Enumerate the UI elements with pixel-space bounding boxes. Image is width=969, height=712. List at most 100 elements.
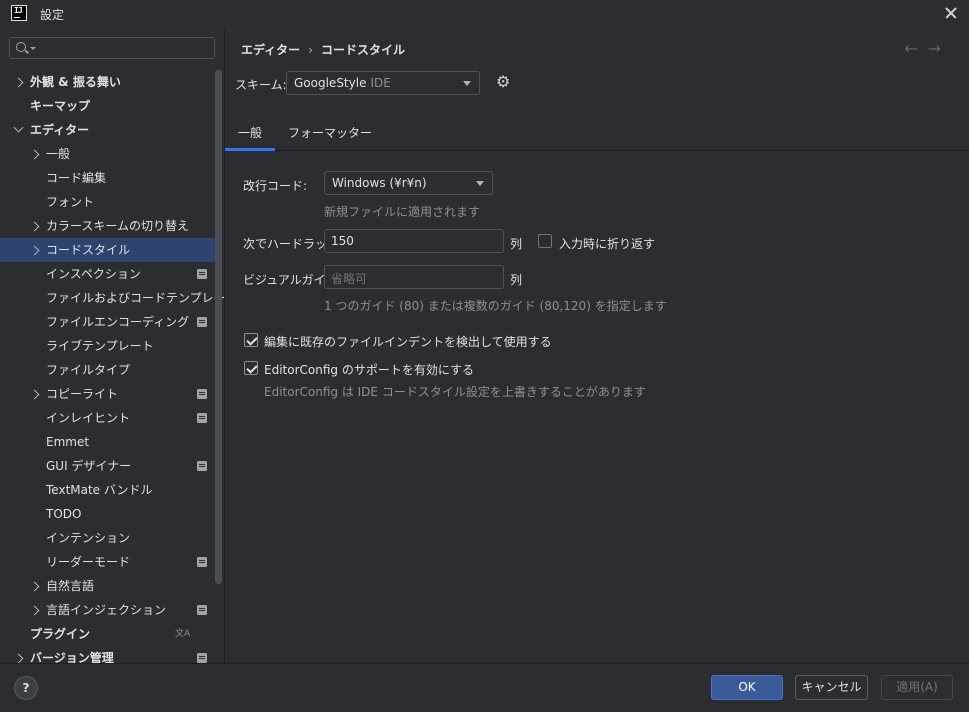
sidebar-item[interactable]: 言語インジェクション [0,598,215,622]
scheme-value: GoogleStyle [294,76,367,90]
back-arrow-icon[interactable]: ← [904,39,927,58]
window-title: 設定 [40,8,65,22]
sidebar-item[interactable]: TODO [0,502,215,526]
sidebar-item[interactable]: インテンション [0,526,215,550]
sidebar-item[interactable]: バージョン管理 [0,646,215,663]
sidebar-item[interactable]: ファイルおよびコードテンプレート [0,286,224,310]
visual-guides-hint: 1 つのガイド (80) または複数のガイド (80,120) を指定します [324,299,667,313]
sidebar-item[interactable]: TextMate バンドル [0,478,215,502]
sidebar-item[interactable]: ファイルエンコーディング [0,310,215,334]
project-settings-icon [197,653,207,663]
sidebar-item-label: GUI デザイナー [46,459,132,473]
scheme-label: スキーム: [235,78,287,92]
sidebar-item[interactable]: カラースキームの切り替え [0,214,215,238]
chevron-right-icon[interactable] [29,245,40,256]
sidebar-item-label: コードスタイル [46,243,131,257]
scheme-sub: IDE [370,76,391,90]
breadcrumb-item-editor[interactable]: エディター [241,43,300,57]
editorconfig-checkbox[interactable] [244,361,258,375]
breadcrumb: エディター › コードスタイル [241,41,405,58]
sidebar-item-label: インレイヒント [46,411,131,425]
ok-button[interactable]: OK [711,675,783,700]
close-icon[interactable] [941,3,961,23]
wrap-on-typing-checkbox[interactable] [538,234,552,248]
gear-icon[interactable]: ⚙ [496,74,510,90]
sidebar-item-label: プラグイン [30,627,91,641]
app-icon: IJ [11,5,27,21]
sidebar-scrollbar[interactable] [215,70,222,584]
cancel-button[interactable]: キャンセル [795,675,868,700]
chevron-right-icon[interactable] [29,581,40,592]
tab-bar: 一般 フォーマッター [225,120,969,151]
sidebar-item-label: コピーライト [46,387,119,401]
translate-icon: 文A [175,629,191,639]
sidebar-item-label: バージョン管理 [30,651,114,663]
app-icon-text: IJ [14,6,23,15]
sidebar-item[interactable]: インスペクション [0,262,215,286]
sidebar-item[interactable]: 自然言語 [0,574,215,598]
visual-guides-unit: 列 [510,273,523,287]
sidebar-item[interactable]: フォント [0,190,215,214]
sidebar-item[interactable]: ライブテンプレート [0,334,215,358]
editorconfig-hint: EditorConfig は IDE コードスタイル設定を上書きすることがありま… [264,385,646,399]
apply-button[interactable]: 適用(A) [881,675,953,700]
visual-guides-input[interactable]: 省略可 [324,265,504,289]
sidebar-item[interactable]: Emmet [0,430,215,454]
sidebar-item-label: インテンション [46,531,131,545]
sidebar-item[interactable]: キーマップ [0,94,215,118]
sidebar-item-label: キーマップ [30,99,91,113]
sidebar-item[interactable]: インレイヒント [0,406,215,430]
sidebar-item[interactable]: 一般 [0,142,215,166]
sidebar-item-label: インスペクション [46,267,141,281]
sidebar-item-label: ファイルエンコーディング [46,315,190,329]
chevron-right-icon[interactable] [29,221,40,232]
hard-wrap-input[interactable]: 150 [324,229,504,253]
chevron-down-icon[interactable] [13,122,24,133]
sidebar-item-label: ライブテンプレート [46,339,154,353]
sidebar-item-label: 自然言語 [46,579,95,593]
hard-wrap-unit: 列 [510,237,523,251]
sidebar-item-label: 外観 & 振る舞い [30,75,121,89]
sidebar-item-label: リーダーモード [46,555,131,569]
search-options-caret-icon[interactable] [30,47,36,50]
sidebar-item-label: ファイルタイプ [46,363,131,377]
sidebar-item-label: エディター [30,123,90,137]
tab-formatter[interactable]: フォーマッター [275,120,385,150]
project-settings-icon [197,557,207,567]
sidebar-item[interactable]: プラグイン 文A [0,622,215,646]
chevron-right-icon[interactable] [29,389,40,400]
project-settings-icon [197,605,207,615]
sidebar-item[interactable]: コード編集 [0,166,215,190]
detect-indent-checkbox[interactable] [244,333,258,347]
chevron-right-icon[interactable] [29,149,40,160]
project-settings-icon [197,413,207,423]
tab-general[interactable]: 一般 [225,120,275,151]
project-settings-icon [197,269,207,279]
sidebar-item[interactable]: エディター [0,118,215,142]
wrap-on-typing-label[interactable]: 入力時に折り返す [559,235,655,252]
chevron-right-icon[interactable] [13,653,24,663]
help-button[interactable]: ? [14,676,38,700]
project-settings-icon [197,389,207,399]
sidebar-item[interactable]: ファイルタイプ [0,358,215,382]
sidebar-item[interactable]: リーダーモード [0,550,215,574]
detect-indent-label[interactable]: 編集に既存のファイルインデントを検出して使用する [264,333,552,350]
sidebar-item-label: コード編集 [46,171,107,185]
sidebar-item[interactable]: コードスタイル [0,238,224,262]
search-icon [16,42,26,52]
scheme-select[interactable]: GoogleStyle IDE [286,71,480,95]
chevron-right-icon[interactable] [29,605,40,616]
sidebar-item-label: カラースキームの切り替え [46,219,190,233]
chevron-right-icon[interactable] [13,77,24,88]
chevron-down-icon [463,81,471,86]
search-input[interactable] [9,37,215,59]
editorconfig-label[interactable]: EditorConfig のサポートを有効にする [264,361,474,378]
forward-arrow-icon[interactable]: → [928,39,951,58]
sidebar-item[interactable]: コピーライト [0,382,215,406]
settings-tree: 外観 & 振る舞い キーマップエディター一般コード編集フォントカラースキームの切り… [0,70,224,663]
sidebar-item[interactable]: GUI デザイナー [0,454,215,478]
history-nav: ←→ [904,39,951,58]
sidebar-item[interactable]: 外観 & 振る舞い [0,70,215,94]
dialog-footer: ? OK キャンセル 適用(A) [0,663,969,712]
line-separator-select[interactable]: Windows (¥r¥n) [324,171,493,195]
